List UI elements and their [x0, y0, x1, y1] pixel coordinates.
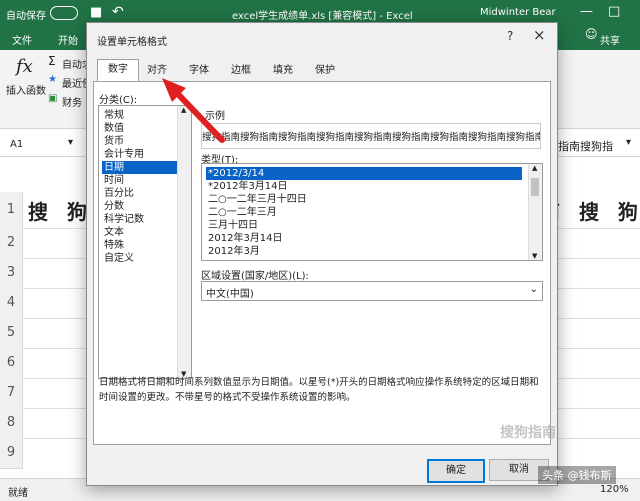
arrow-shaft — [173, 89, 225, 143]
watermark-site: 搜狗指南 — [500, 425, 556, 441]
watermark-credit: 头条 @钱布斯 — [538, 466, 616, 484]
